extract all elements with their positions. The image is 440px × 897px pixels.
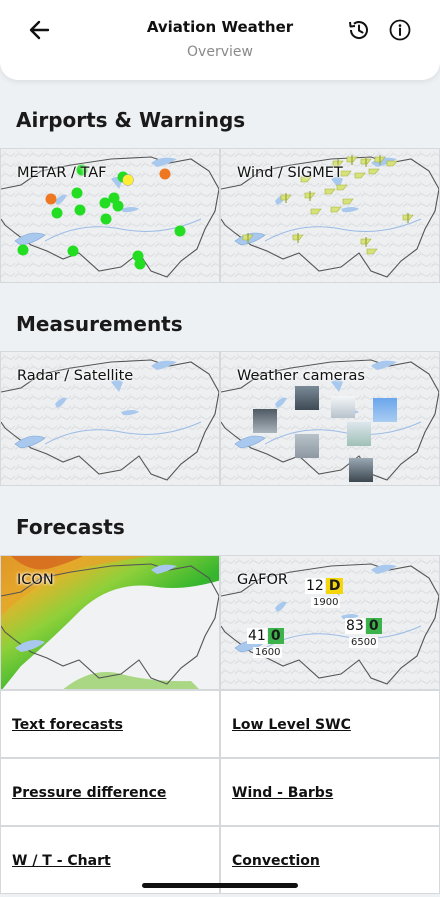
gafor-route-badge[interactable]: 83 0 [345, 618, 382, 634]
section-title-measurements: Measurements [16, 312, 183, 336]
tile-label-wind-sigmet: Wind / SIGMET [237, 165, 343, 181]
tile-radar-satellite[interactable]: Radar / Satellite [0, 351, 220, 486]
tile-gafor[interactable]: GAFOR 12 D 1900 41 0 1600 83 0 6500 [220, 555, 440, 690]
webcam-thumbnail[interactable] [253, 409, 277, 433]
link-text-forecasts[interactable]: Text forecasts [0, 690, 220, 758]
webcam-thumbnail[interactable] [349, 458, 373, 482]
history-button[interactable] [346, 17, 372, 43]
tile-icon-model[interactable]: ICON [0, 555, 220, 690]
page-subtitle: Overview [187, 44, 253, 60]
gafor-category: 0 [267, 628, 284, 644]
gafor-route-badge[interactable]: 41 0 [247, 628, 284, 644]
info-icon [389, 19, 411, 41]
webcam-thumbnail[interactable] [295, 434, 319, 458]
gafor-route-badge[interactable]: 12 D [305, 578, 344, 594]
section-title-airports: Airports & Warnings [16, 108, 246, 132]
webcam-thumbnail[interactable] [295, 386, 319, 410]
gafor-altitude: 6500 [349, 637, 379, 648]
info-button[interactable] [387, 17, 413, 43]
gafor-altitude: 1900 [311, 597, 341, 608]
tile-label-metar: METAR / TAF [17, 165, 107, 181]
tile-weather-cameras[interactable]: Weather cameras [220, 351, 440, 486]
link-low-level-swc[interactable]: Low Level SWC [220, 690, 440, 758]
tile-metar-taf[interactable]: METAR / TAF [0, 148, 220, 283]
tile-wind-sigmet[interactable]: Wind / SIGMET [220, 148, 440, 283]
link-wind-barbs[interactable]: Wind - Barbs [220, 758, 440, 826]
link-pressure-difference[interactable]: Pressure difference [0, 758, 220, 826]
tile-label-gafor: GAFOR [237, 572, 288, 588]
gafor-category: 0 [365, 618, 382, 634]
history-icon [349, 21, 368, 39]
tile-label-radar: Radar / Satellite [17, 368, 134, 384]
home-indicator[interactable] [142, 883, 298, 888]
tile-label-icon: ICON [17, 572, 54, 588]
webcam-thumbnail[interactable] [331, 396, 355, 418]
section-title-forecasts: Forecasts [16, 515, 125, 539]
webcam-thumbnail[interactable] [347, 422, 371, 446]
gafor-altitude: 1600 [253, 647, 283, 658]
webcam-thumbnail[interactable] [373, 398, 397, 422]
app-header: Aviation Weather Overview [0, 0, 440, 80]
gafor-category: D [325, 578, 344, 594]
tile-label-cameras: Weather cameras [237, 368, 365, 384]
page-title: Aviation Weather [146, 18, 294, 36]
